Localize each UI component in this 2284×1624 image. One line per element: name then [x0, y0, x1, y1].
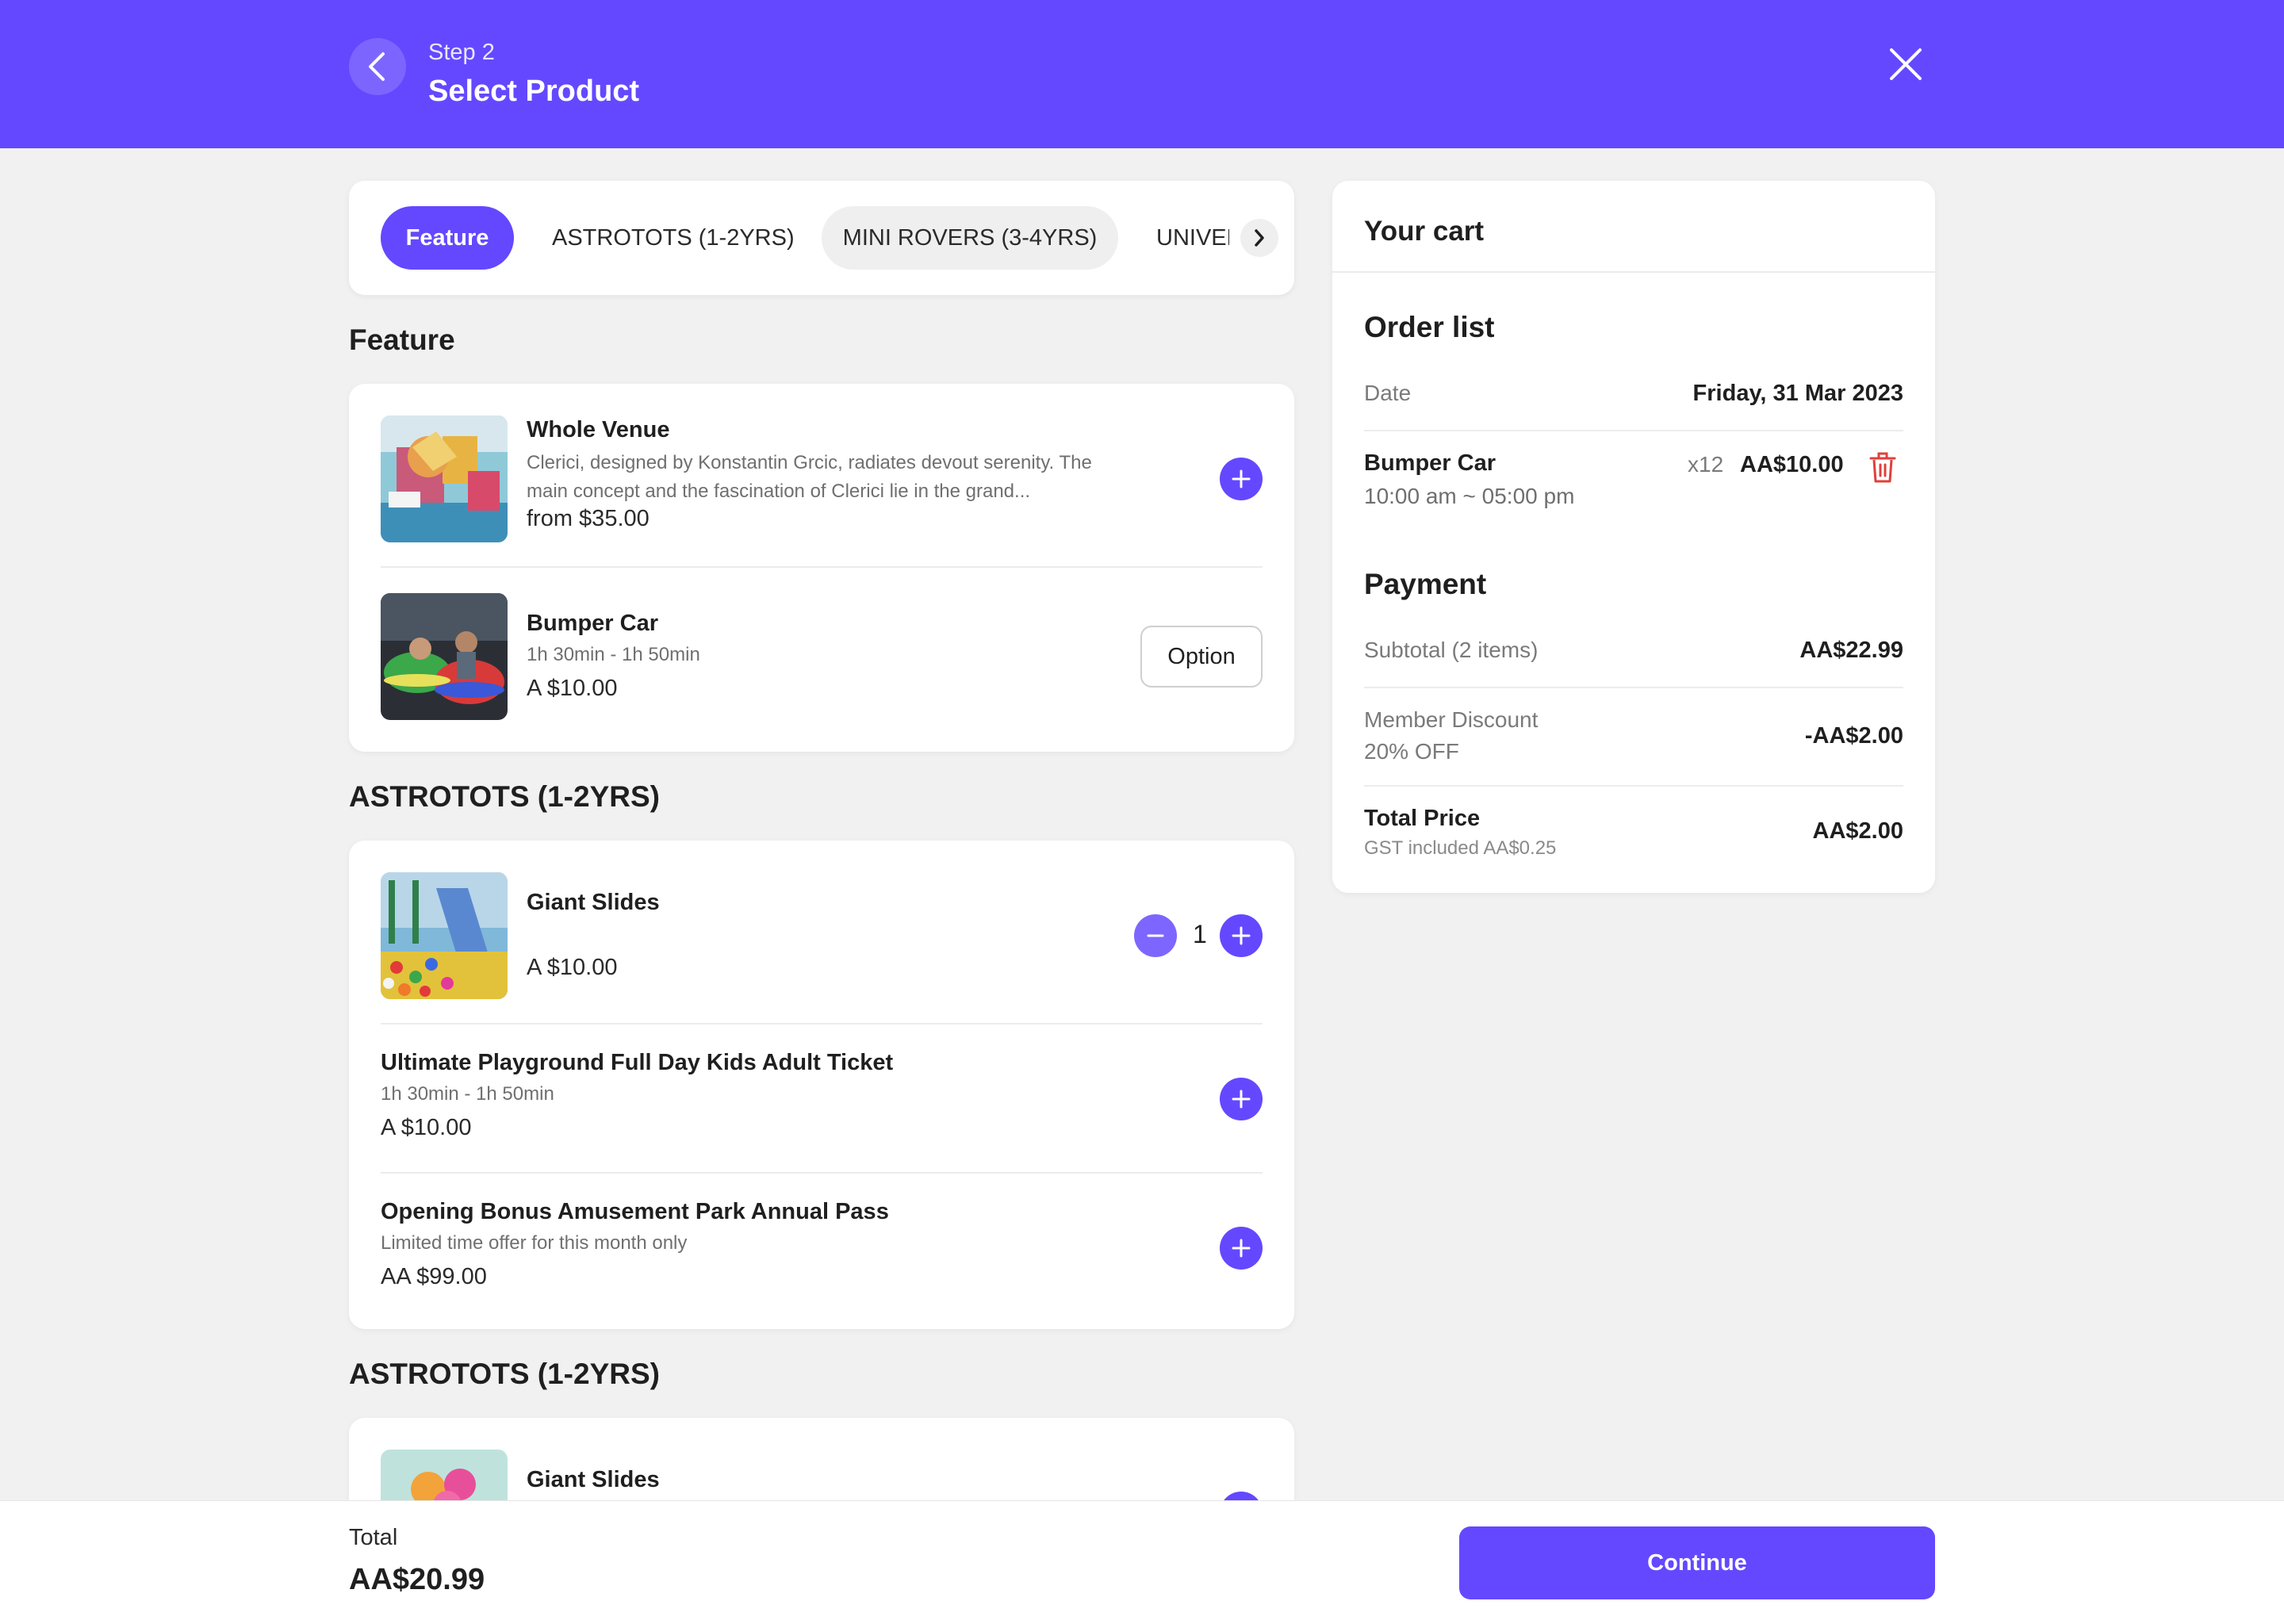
product-price: A $10.00 [381, 1115, 472, 1140]
cart-panel: Your cart Order list Date Friday, 31 Mar… [1332, 181, 1935, 893]
cart-item-name: Bumper Car [1364, 450, 1496, 476]
product-price: A $10.00 [527, 676, 618, 701]
product-item-annual-pass[interactable]: Opening Bonus Amusement Park Annual Pass… [381, 1197, 1263, 1300]
product-name: Giant Slides [527, 890, 660, 915]
product-price: from $35.00 [527, 506, 650, 531]
increase-quantity-button[interactable] [1220, 914, 1263, 957]
plus-icon [1232, 1090, 1251, 1109]
section-title: ASTROTOTS (1-2YRS) [349, 1358, 660, 1390]
cart-item-price: AA$10.00 [1740, 452, 1844, 477]
product-thumbnail [381, 416, 508, 542]
date-label: Date [1364, 381, 1412, 405]
product-thumbnail [381, 593, 508, 720]
add-button[interactable] [1220, 458, 1263, 500]
close-button[interactable] [1886, 44, 1926, 84]
divider [1364, 687, 1903, 688]
date-value: Friday, 31 Mar 2023 [1692, 381, 1903, 406]
total-price-value: AA$2.00 [1812, 818, 1903, 844]
tab-astrotots[interactable]: ASTROTOTS (1-2YRS) [552, 206, 795, 270]
discount-label: Member Discount [1364, 707, 1539, 732]
footer-total-label: Total [349, 1525, 398, 1550]
section-title: Feature [349, 324, 455, 356]
product-price: A $10.00 [527, 955, 618, 980]
divider [1364, 785, 1903, 787]
add-button[interactable] [1220, 1078, 1263, 1120]
gst-note: GST included AA$0.25 [1364, 837, 1557, 859]
tab-feature[interactable]: Feature [381, 206, 514, 270]
plus-icon [1232, 926, 1251, 945]
minus-icon [1147, 934, 1164, 937]
step-label: Step 2 [428, 40, 495, 65]
product-thumbnail [381, 872, 508, 999]
product-name: Giant Slides [527, 1467, 660, 1492]
total-price-label: Total Price [1364, 806, 1481, 831]
tab-mini-rovers[interactable]: MINI ROVERS (3-4YRS) [822, 206, 1118, 270]
divider [381, 566, 1263, 568]
divider [381, 1023, 1263, 1025]
product-card: Whole Venue Clerici, designed by Konstan… [349, 384, 1294, 752]
discount-value: -AA$2.00 [1804, 723, 1903, 749]
tabs-scroll-right-button[interactable] [1240, 219, 1278, 257]
tab-universe[interactable]: UNIVERSE [1156, 206, 1232, 270]
chevron-right-icon [1255, 229, 1264, 247]
product-subtitle: Limited time offer for this month only [381, 1232, 688, 1254]
product-item-ultimate-playground[interactable]: Ultimate Playground Full Day Kids Adult … [381, 1048, 1263, 1151]
product-item-whole-venue[interactable]: Whole Venue Clerici, designed by Konstan… [381, 416, 1263, 542]
product-description: Clerici, designed by Konstantin Grcic, r… [527, 452, 1092, 502]
add-button[interactable] [1220, 1227, 1263, 1270]
close-icon [1890, 48, 1922, 80]
cart-item-quantity: x12 [1688, 452, 1724, 477]
top-bar: Step 2 Select Product [0, 0, 2284, 148]
continue-button[interactable]: Continue [1459, 1526, 1935, 1599]
product-duration: 1h 30min - 1h 50min [527, 644, 700, 665]
product-duration: 1h 30min - 1h 50min [381, 1083, 554, 1105]
order-list-title: Order list [1364, 311, 1495, 343]
product-name: Bumper Car [527, 611, 658, 636]
subtotal-label: Subtotal (2 items) [1364, 638, 1539, 662]
plus-icon [1232, 1239, 1251, 1258]
bottom-bar: Total AA$20.99 Continue [0, 1500, 2284, 1624]
option-button[interactable]: Option [1140, 626, 1263, 688]
section-title: ASTROTOTS (1-2YRS) [349, 780, 660, 813]
footer-total-value: AA$20.99 [349, 1563, 485, 1596]
product-name: Whole Venue [527, 417, 670, 442]
product-item-bumper-car[interactable]: Bumper Car 1h 30min - 1h 50min A $10.00 … [381, 593, 1263, 720]
product-name: Opening Bonus Amusement Park Annual Pass [381, 1199, 889, 1224]
discount-percentage: 20% OFF [1364, 739, 1459, 764]
quantity-value: 1 [1193, 920, 1207, 948]
chevron-left-icon [369, 52, 385, 81]
product-card: Giant Slides A $10.00 1 Ultimate Playgro… [349, 841, 1294, 1329]
category-tabs: Feature ASTROTOTS (1-2YRS) MINI ROVERS (… [349, 181, 1294, 295]
back-button[interactable] [349, 38, 406, 95]
plus-icon [1232, 469, 1251, 488]
delete-item-button[interactable] [1867, 450, 1899, 485]
payment-title: Payment [1364, 568, 1487, 600]
cart-item-time: 10:00 am ~ 05:00 pm [1364, 484, 1575, 508]
cart-title: Your cart [1364, 216, 1485, 247]
divider [381, 1172, 1263, 1174]
decrease-quantity-button[interactable] [1134, 914, 1177, 957]
trash-icon [1869, 452, 1896, 483]
subtotal-value: AA$22.99 [1799, 638, 1903, 663]
divider [1332, 271, 1935, 273]
page-title: Select Product [428, 75, 640, 108]
product-name: Ultimate Playground Full Day Kids Adult … [381, 1050, 894, 1075]
product-item-giant-slides[interactable]: Giant Slides A $10.00 1 [381, 872, 1263, 999]
product-price: AA $99.00 [381, 1264, 487, 1289]
divider [1364, 430, 1903, 431]
